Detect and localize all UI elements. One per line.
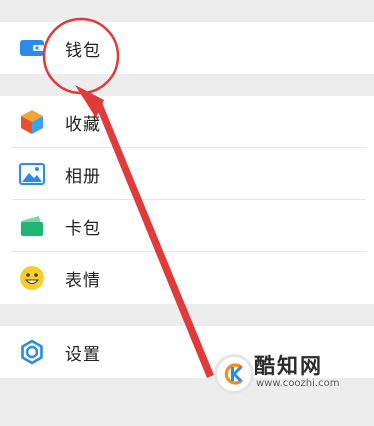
coozhi-logo-icon bbox=[214, 354, 254, 394]
menu-item-label: 相册 bbox=[65, 166, 101, 187]
wallet-icon bbox=[18, 34, 46, 62]
card-pack-icon bbox=[18, 212, 46, 240]
wallet-group: 钱包 bbox=[0, 22, 374, 74]
menu-item-label: 钱包 bbox=[65, 40, 101, 61]
menu-item-stickers[interactable]: 表情 bbox=[0, 252, 374, 304]
coozhi-watermark: 酷知网 www.coozhi.com bbox=[210, 348, 360, 400]
favorites-cube-icon bbox=[18, 108, 46, 136]
watermark-url: www.coozhi.com bbox=[256, 378, 340, 389]
content-group: 收藏 相册 卡包 表情 bbox=[0, 96, 374, 304]
menu-item-label: 设置 bbox=[65, 344, 101, 365]
menu-item-label: 表情 bbox=[65, 270, 101, 291]
settings-gear-icon bbox=[18, 338, 46, 366]
menu-item-label: 收藏 bbox=[65, 114, 101, 135]
menu-item-label: 卡包 bbox=[65, 218, 101, 239]
menu-item-favorites[interactable]: 收藏 bbox=[0, 96, 374, 148]
watermark-title: 酷知网 bbox=[254, 354, 323, 378]
smiley-icon bbox=[18, 264, 46, 292]
menu-item-card-pack[interactable]: 卡包 bbox=[0, 200, 374, 252]
album-picture-icon bbox=[18, 160, 46, 188]
menu-item-wallet[interactable]: 钱包 bbox=[0, 22, 374, 74]
menu-item-album[interactable]: 相册 bbox=[0, 148, 374, 200]
